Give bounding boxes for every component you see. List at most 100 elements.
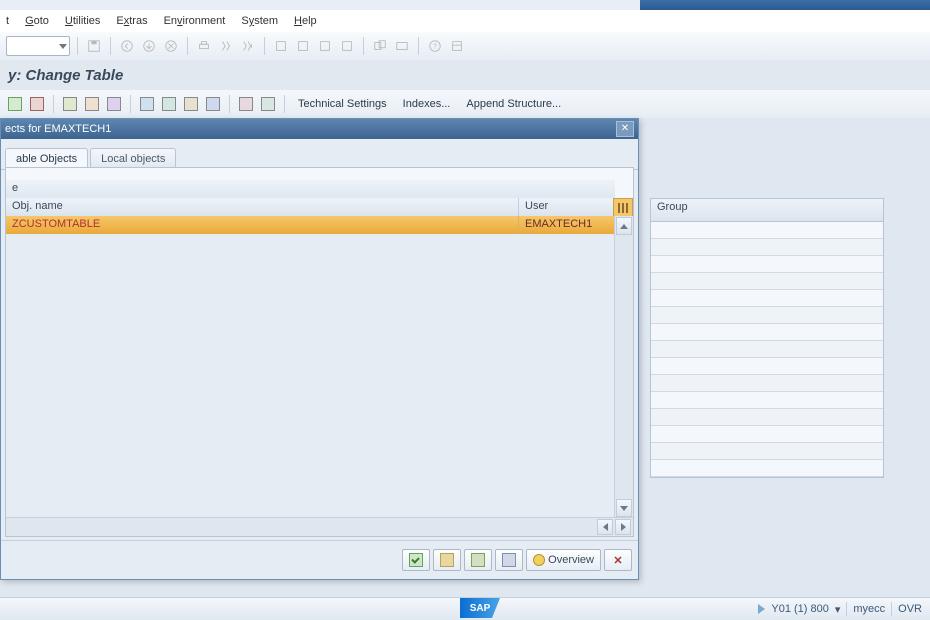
status-bar: SAP Y01 (1) 800 ▾ myecc OVR [0,597,930,620]
table-row [651,307,883,324]
overview-button[interactable]: Overview [526,549,601,571]
menu-item-utilities[interactable]: Utilities [65,15,100,27]
exit-icon[interactable] [140,37,158,55]
find-icon[interactable] [217,37,235,55]
edit-icon[interactable] [105,95,123,113]
horizontal-scrollbar[interactable] [6,517,633,536]
grid-header-row: Obj. name User [6,198,615,217]
tab-local-objects[interactable]: Local objects [90,148,176,169]
separator [284,95,285,113]
check-icon[interactable] [6,95,24,113]
append-structure-button[interactable]: Append Structure... [460,98,567,110]
graphic-icon[interactable] [237,95,255,113]
table-row [651,256,883,273]
standard-toolbar: ? [0,32,930,61]
table-row[interactable]: ZCUSTOMTABLE EMAXTECH1 [6,216,615,235]
activate-icon[interactable] [28,95,46,113]
where-used-icon[interactable] [83,95,101,113]
table-row [651,409,883,426]
last-page-icon[interactable] [338,37,356,55]
first-page-icon[interactable] [272,37,290,55]
back-icon[interactable] [118,37,136,55]
separator [418,37,419,55]
own-requests-button[interactable] [433,549,461,571]
table-row [651,460,883,477]
dialog-tab-body: e Obj. name User ZCUSTOMTABLE EMAXTECH1 [5,167,634,537]
next-page-icon[interactable] [316,37,334,55]
message-indicator-icon[interactable] [758,604,765,614]
print-icon[interactable] [195,37,213,55]
check-icon [409,553,423,567]
save-icon[interactable] [85,37,103,55]
table-config-button[interactable] [613,198,633,218]
cell-user[interactable]: EMAXTECH1 [519,216,615,234]
separator [891,602,892,616]
folder-icon [440,553,454,567]
work-area: Group ects for EMAXTECH1 ✕ able Ob [0,118,930,598]
dialog-title-text: ects for EMAXTECH1 [5,123,111,135]
dialog-footer: Overview ✕ [1,540,638,579]
hierarchy-icon[interactable] [138,95,156,113]
find-next-icon[interactable] [239,37,257,55]
create-request-button[interactable] [464,549,492,571]
scroll-up-button[interactable] [616,217,632,235]
menu-item-extras[interactable]: Extras [116,15,147,27]
page-title-text: y: Change Table [8,67,123,84]
technical-settings-button[interactable]: Technical Settings [292,98,393,110]
display-icon[interactable] [61,95,79,113]
sap-logo: SAP [460,598,500,618]
status-server: myecc [853,603,885,615]
cancel-icon[interactable] [162,37,180,55]
table-row [651,324,883,341]
menu-item-first[interactable]: t [6,15,9,27]
menu-item-goto[interactable]: GGotooto [25,15,49,27]
filter-icon[interactable] [182,95,200,113]
column-header-user[interactable]: User [519,198,615,216]
scroll-right-button[interactable] [615,519,631,535]
separator [130,95,131,113]
sort-icon[interactable] [160,95,178,113]
cell-obj-name[interactable]: ZCUSTOMTABLE [6,216,519,234]
column-header-obj-name[interactable]: Obj. name [6,198,519,216]
info-icon[interactable] [204,95,222,113]
new-session-icon[interactable] [371,37,389,55]
separator [846,602,847,616]
table-row [651,290,883,307]
status-system: Y01 (1) 800 [771,603,828,615]
separator [187,37,188,55]
app-toolbar: Technical Settings Indexes... Append Str… [0,90,930,119]
shortcut-icon[interactable] [393,37,411,55]
separator [77,37,78,55]
menu-item-help[interactable]: Help [294,15,317,27]
list-icon[interactable] [259,95,277,113]
separator [229,95,230,113]
scroll-track[interactable] [615,236,633,498]
dialog-tabstrip: able Objects Local objects [1,139,638,170]
indexes-button[interactable]: Indexes... [397,98,457,110]
scroll-down-button[interactable] [616,499,632,517]
vertical-scrollbar[interactable] [614,216,633,518]
cancel-button[interactable]: ✕ [604,549,632,571]
dialog-titlebar[interactable]: ects for EMAXTECH1 ✕ [1,119,638,139]
grid-empty-area [6,234,615,518]
prev-page-icon[interactable] [294,37,312,55]
layout-icon[interactable] [448,37,466,55]
menu-item-system[interactable]: System [241,15,278,27]
group-column-header: Group [651,199,883,222]
table-row [651,239,883,256]
table-row [651,222,883,239]
command-field[interactable] [6,36,70,56]
menu-item-environment[interactable]: Environment [164,15,226,27]
confirm-button[interactable] [402,549,430,571]
status-system-dropdown[interactable]: ▾ [835,603,841,616]
help-icon[interactable]: ? [426,37,444,55]
overview-label: Overview [548,554,594,566]
page-title: y: Change Table [0,60,930,91]
scroll-left-button[interactable] [597,519,613,535]
background-group-table: Group [650,198,884,478]
table-row [651,273,883,290]
objects-dialog: ects for EMAXTECH1 ✕ able Objects Local … [0,118,639,580]
dialog-close-button[interactable]: ✕ [616,121,634,137]
display-button[interactable] [495,549,523,571]
table-row [651,341,883,358]
